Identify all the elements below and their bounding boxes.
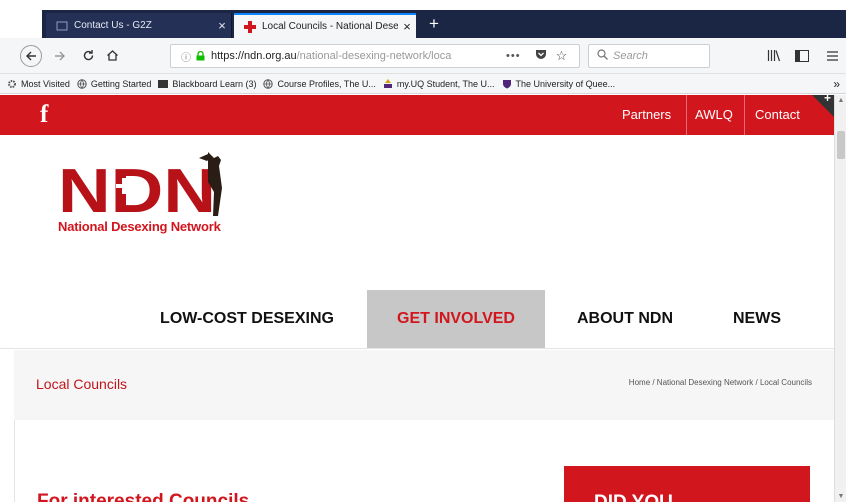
red-cross-icon [244, 20, 256, 33]
bookmarks-toolbar: Most Visited Getting Started Blackboard … [0, 74, 846, 94]
bookmark-blackboard[interactable]: Blackboard Learn (3) [158, 79, 256, 89]
globe-icon [77, 78, 87, 89]
bookmark-my-uq[interactable]: my.UQ Student, The U... [383, 78, 495, 89]
bookmark-star-icon[interactable]: ☆ [556, 48, 568, 64]
url-text[interactable]: https://ndn.org.au/national-desexing-net… [211, 50, 496, 62]
scroll-up-icon[interactable]: ▲ [835, 97, 846, 104]
page-title: Local Councils [36, 376, 128, 392]
top-red-bar: f Partners AWLQ Contact + [0, 95, 834, 135]
search-placeholder: Search [613, 50, 648, 62]
lock-icon [196, 50, 205, 61]
scroll-thumb[interactable] [837, 131, 845, 159]
url-host: https://ndn.org.au [211, 50, 297, 62]
awlq-link[interactable]: AWLQ [686, 95, 733, 135]
tab-local-councils[interactable]: Local Councils - National Dese × [234, 13, 416, 38]
bookmark-getting-started[interactable]: Getting Started [77, 78, 152, 89]
search-icon [597, 49, 608, 63]
library-icon [767, 50, 781, 62]
scroll-down-icon[interactable]: ▼ [835, 493, 846, 500]
forward-arrow-icon [55, 51, 65, 61]
url-bar[interactable]: ⓘ https://ndn.org.au/national-desexing-n… [170, 44, 580, 68]
uq-icon [383, 78, 393, 89]
web-page: f Partners AWLQ Contact + NDN National D… [0, 95, 834, 502]
bookmark-label: my.UQ Student, The U... [396, 78, 495, 89]
bookmark-label: Getting Started [90, 78, 152, 89]
navigation-bar: ⓘ https://ndn.org.au/national-desexing-n… [0, 38, 846, 74]
nav-low-cost-desexing[interactable]: LOW-COST DESEXING [140, 290, 354, 348]
nav-about-ndn[interactable]: ABOUT NDN [555, 290, 695, 348]
back-button[interactable] [20, 45, 42, 67]
facebook-icon[interactable]: f [40, 101, 48, 129]
intro-heading: For interested Councils [37, 491, 250, 502]
back-arrow-icon [26, 51, 36, 61]
logo-wordmark: NDN [58, 157, 216, 226]
hamburger-menu-icon [826, 51, 838, 61]
pocket-icon[interactable] [535, 49, 547, 63]
bookmark-most-visited[interactable]: Most Visited [7, 79, 70, 89]
logo-tagline: National Desexing Network [58, 219, 221, 234]
breadcrumb[interactable]: Home / National Desexing Network / Local… [629, 378, 812, 387]
content-edge [14, 420, 15, 502]
page-header-band: Local Councils Home / National Desexing … [14, 350, 834, 420]
tab-strip: Contact Us - G2Z × Local Councils - Nati… [0, 0, 846, 38]
sidebar-button[interactable] [792, 46, 812, 66]
bookmark-label: Most Visited [21, 78, 70, 89]
main-navigation: LOW-COST DESEXING GET INVOLVED ABOUT NDN… [0, 290, 834, 348]
contact-link[interactable]: Contact [744, 95, 800, 135]
callout-heading: DID YOU [594, 492, 673, 502]
nav-divider [0, 348, 834, 349]
page-icon [56, 20, 68, 32]
close-tab-icon[interactable]: × [213, 18, 231, 33]
library-button[interactable] [764, 46, 784, 66]
menu-button[interactable] [822, 46, 842, 66]
reload-button[interactable] [78, 46, 98, 66]
uq-crest-icon [502, 79, 512, 89]
nav-get-involved[interactable]: GET INVOLVED [367, 290, 545, 348]
close-tab-icon[interactable]: × [398, 19, 416, 34]
plus-icon[interactable]: + [824, 95, 831, 105]
sidebar-icon [795, 50, 809, 62]
reload-icon [83, 50, 93, 61]
bookmark-university[interactable]: The University of Quee... [502, 78, 616, 89]
forward-button[interactable] [50, 46, 70, 66]
globe-icon [263, 78, 274, 89]
sidebar-callout[interactable]: DID YOU [564, 466, 810, 502]
nav-news[interactable]: NEWS [712, 290, 802, 348]
page-actions-icon[interactable]: ••• [506, 50, 521, 62]
home-button[interactable] [102, 46, 122, 66]
home-icon [106, 50, 118, 61]
bookmark-course-profiles[interactable]: Course Profiles, The U... [263, 78, 376, 89]
info-icon[interactable]: ⓘ [181, 49, 191, 64]
gear-icon [7, 79, 17, 89]
tab-contact-us[interactable]: Contact Us - G2Z × [46, 13, 232, 38]
partners-link[interactable]: Partners [622, 95, 671, 135]
bookmarks-overflow-icon[interactable]: » [833, 77, 840, 91]
page-scrollbar[interactable]: ▲ ▼ [834, 95, 846, 502]
bookmark-label: The University of Quee... [515, 78, 616, 89]
search-input[interactable]: Search [588, 44, 710, 68]
url-path: /national-desexing-network/loca [296, 50, 452, 62]
bookmark-label: Course Profiles, The U... [277, 78, 376, 89]
tab-label: Local Councils - National Dese [262, 21, 398, 32]
new-tab-button[interactable]: + [424, 13, 444, 37]
bookmark-label: Blackboard Learn (3) [172, 78, 257, 89]
tab-label: Contact Us - G2Z [74, 20, 152, 31]
blackboard-icon [158, 79, 169, 89]
